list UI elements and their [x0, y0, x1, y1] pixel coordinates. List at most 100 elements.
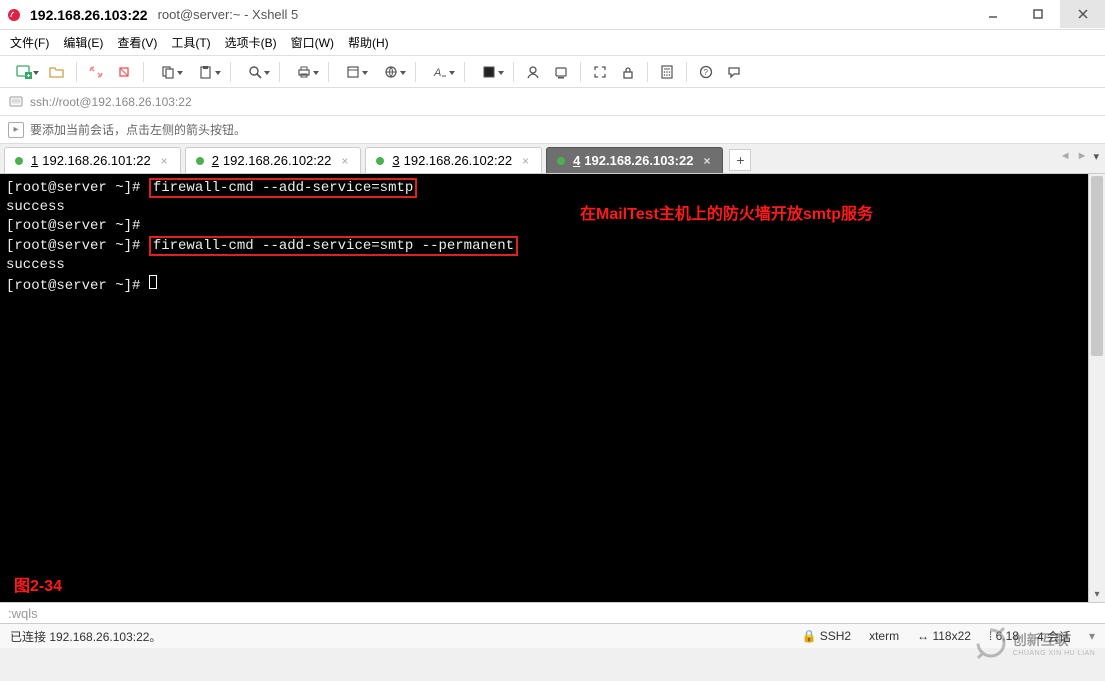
font-button[interactable]: A — [422, 59, 458, 85]
menu-view[interactable]: 查看(V) — [117, 34, 157, 51]
watermark: 创新互联 CHUANG XIN HU LIAN — [969, 623, 1099, 663]
tab-navigation: ◄ ► ▾ — [1060, 150, 1099, 163]
paste-button[interactable] — [188, 59, 224, 85]
terminal-wrap: [root@server ~]# firewall-cmd --add-serv… — [0, 174, 1105, 602]
tab-close-icon[interactable]: × — [522, 154, 529, 168]
lock-icon: 🔒 — [802, 629, 817, 643]
lock-button[interactable] — [615, 59, 641, 85]
properties-button[interactable] — [335, 59, 371, 85]
annotation-text: 在MailTest主机上的防火墙开放smtp服务 — [580, 205, 873, 224]
add-session-arrow-button[interactable]: ▸ — [8, 122, 24, 138]
tab-label: 192.168.26.101:22 — [42, 153, 150, 168]
find-button[interactable] — [237, 59, 273, 85]
copy-button[interactable] — [150, 59, 186, 85]
session-tab-3[interactable]: 3 192.168.26.102:22 × — [365, 147, 542, 173]
open-folder-button[interactable] — [44, 59, 70, 85]
session-tab-1[interactable]: 1 192.168.26.101:22 × — [4, 147, 181, 173]
tab-label: 192.168.26.102:22 — [223, 153, 331, 168]
toolbar-separator — [415, 62, 416, 82]
tipbar-text: 要添加当前会话，点击左侧的箭头按钮。 — [30, 121, 246, 138]
add-tab-button[interactable]: + — [729, 149, 751, 171]
host-key-button[interactable] — [548, 59, 574, 85]
encoding-button[interactable] — [373, 59, 409, 85]
session-tab-2[interactable]: 2 192.168.26.102:22 × — [185, 147, 362, 173]
watermark-subtitle: CHUANG XIN HU LIAN — [1013, 650, 1096, 657]
vertical-scrollbar[interactable]: ▴ ▾ — [1088, 174, 1105, 602]
svg-text:?: ? — [704, 68, 709, 77]
reconnect-button[interactable] — [83, 59, 109, 85]
tab-list-button[interactable]: ▾ — [1093, 150, 1099, 163]
menubar: 文件(F) 编辑(E) 查看(V) 工具(T) 选项卡(B) 窗口(W) 帮助(… — [0, 30, 1105, 56]
status-dot-icon — [557, 157, 565, 165]
toolbar-separator — [143, 62, 144, 82]
toolbar-separator — [647, 62, 648, 82]
toolbar-separator — [279, 62, 280, 82]
watermark-title: 创新互联 — [1013, 630, 1096, 650]
session-tab-4[interactable]: 4 192.168.26.103:22 × — [546, 147, 723, 173]
status-dot-icon — [15, 157, 23, 165]
help-button[interactable]: ? — [693, 59, 719, 85]
highlighted-command-2: firewall-cmd --add-service=smtp --perman… — [149, 236, 518, 256]
window-subtitle: root@server:~ - Xshell 5 — [158, 7, 299, 22]
terminal-prompt: [root@server ~]# — [6, 238, 140, 254]
cursor-icon — [149, 275, 157, 289]
menu-edit[interactable]: 编辑(E) — [63, 34, 103, 51]
terminal-prompt: [root@server ~]# — [6, 278, 140, 294]
addressbar-icon[interactable] — [8, 94, 24, 110]
command-input-row[interactable]: :wqls — [0, 602, 1105, 624]
scroll-thumb[interactable] — [1091, 176, 1103, 356]
menu-tools[interactable]: 工具(T) — [171, 34, 210, 51]
menu-help[interactable]: 帮助(H) — [348, 34, 389, 51]
status-connected: 已连接 192.168.26.103:22。 — [10, 628, 161, 645]
status-dot-icon — [196, 157, 204, 165]
status-dot-icon — [376, 157, 384, 165]
watermark-icon — [973, 625, 1009, 661]
terminal-output: success — [6, 199, 65, 215]
tab-number: 1 — [31, 153, 38, 168]
menu-tabs[interactable]: 选项卡(B) — [225, 34, 277, 51]
toolbar-separator — [464, 62, 465, 82]
terminal-prompt: [root@server ~]# — [6, 180, 140, 196]
tab-number: 3 — [392, 153, 399, 168]
toolbar-separator — [230, 62, 231, 82]
toolbar-separator — [513, 62, 514, 82]
window-controls — [970, 0, 1105, 28]
toolbar-separator — [328, 62, 329, 82]
addressbar-url[interactable]: ssh://root@192.168.26.103:22 — [30, 95, 192, 109]
scroll-down-icon[interactable]: ▾ — [1089, 586, 1105, 602]
toolbar-separator — [580, 62, 581, 82]
titlebar: 192.168.26.103:22 root@server:~ - Xshell… — [0, 0, 1105, 30]
figure-label: 图2-34 — [14, 577, 62, 596]
tab-prev-button[interactable]: ◄ — [1060, 150, 1071, 163]
svg-text:A: A — [433, 67, 441, 79]
toolbar: A ? — [0, 56, 1105, 88]
chat-button[interactable] — [721, 59, 747, 85]
tab-close-icon[interactable]: × — [703, 154, 710, 168]
terminal-prompt: [root@server ~]# — [6, 218, 140, 234]
window-title: 192.168.26.103:22 — [30, 7, 148, 23]
color-scheme-button[interactable] — [471, 59, 507, 85]
print-button[interactable] — [286, 59, 322, 85]
maximize-button[interactable] — [1015, 0, 1060, 28]
tab-row: 1 192.168.26.101:22 × 2 192.168.26.102:2… — [0, 144, 1105, 174]
close-button[interactable] — [1060, 0, 1105, 28]
tab-label: 192.168.26.103:22 — [584, 153, 693, 168]
menu-file[interactable]: 文件(F) — [10, 34, 49, 51]
tab-close-icon[interactable]: × — [161, 154, 168, 168]
tipbar: ▸ 要添加当前会话，点击左侧的箭头按钮。 — [0, 116, 1105, 144]
toolbar-separator — [76, 62, 77, 82]
terminal-output: success — [6, 257, 65, 273]
toolbar-separator — [686, 62, 687, 82]
tab-close-icon[interactable]: × — [341, 154, 348, 168]
minimize-button[interactable] — [970, 0, 1015, 28]
terminal[interactable]: [root@server ~]# firewall-cmd --add-serv… — [0, 174, 1088, 602]
app-icon — [6, 7, 22, 23]
menu-window[interactable]: 窗口(W) — [291, 34, 334, 51]
tab-label: 192.168.26.102:22 — [404, 153, 512, 168]
disconnect-button[interactable] — [111, 59, 137, 85]
fullscreen-button[interactable] — [587, 59, 613, 85]
new-session-button[interactable] — [6, 59, 42, 85]
user-key-button[interactable] — [520, 59, 546, 85]
calculator-button[interactable] — [654, 59, 680, 85]
tab-next-button[interactable]: ► — [1077, 150, 1088, 163]
